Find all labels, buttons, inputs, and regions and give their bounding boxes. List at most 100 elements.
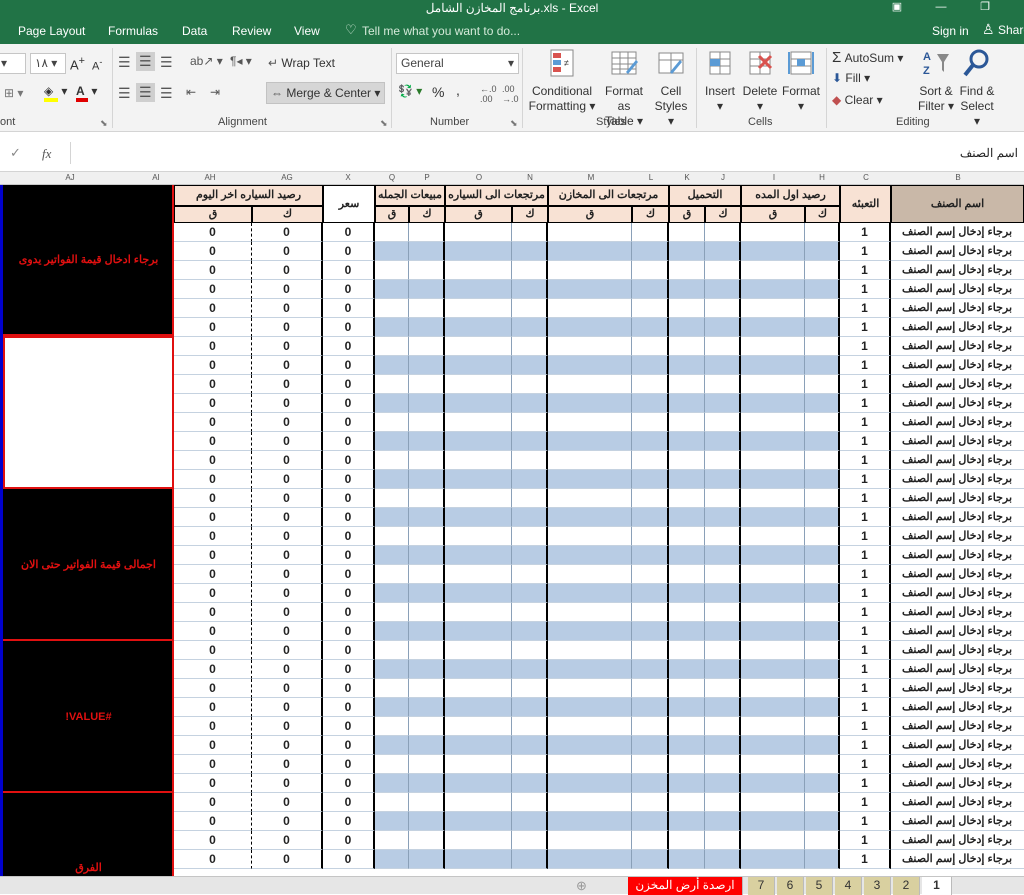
table-cell[interactable]: 0 — [323, 774, 375, 793]
table-cell[interactable] — [669, 584, 705, 603]
table-cell[interactable]: 0 — [252, 717, 323, 736]
table-cell[interactable] — [705, 318, 741, 337]
packing-cell[interactable]: 1 — [840, 831, 891, 850]
table-cell[interactable] — [548, 527, 632, 546]
table-cell[interactable]: 0 — [252, 470, 323, 489]
table-cell[interactable] — [409, 717, 445, 736]
table-cell[interactable] — [705, 451, 741, 470]
packing-cell[interactable]: 1 — [840, 375, 891, 394]
table-cell[interactable] — [375, 812, 409, 831]
table-cell[interactable] — [445, 432, 512, 451]
table-cell[interactable] — [445, 546, 512, 565]
table-cell[interactable] — [669, 736, 705, 755]
item-name-cell[interactable]: برجاء إدخال إسم الصنف — [891, 470, 1024, 489]
table-cell[interactable] — [669, 793, 705, 812]
table-cell[interactable]: 0 — [323, 489, 375, 508]
table-cell[interactable] — [445, 698, 512, 717]
table-cell[interactable]: 0 — [174, 356, 252, 375]
font-launcher-icon[interactable]: ⬊ — [100, 118, 108, 129]
table-cell[interactable]: 0 — [252, 698, 323, 717]
table-cell[interactable] — [512, 413, 548, 432]
table-cell[interactable] — [445, 622, 512, 641]
table-cell[interactable] — [741, 698, 805, 717]
table-cell[interactable] — [705, 565, 741, 584]
table-cell[interactable]: 0 — [174, 679, 252, 698]
packing-cell[interactable]: 1 — [840, 356, 891, 375]
packing-cell[interactable]: 1 — [840, 242, 891, 261]
table-cell[interactable] — [705, 223, 741, 242]
table-cell[interactable] — [741, 793, 805, 812]
table-cell[interactable] — [632, 451, 669, 470]
table-cell[interactable] — [512, 641, 548, 660]
table-cell[interactable] — [409, 489, 445, 508]
table-cell[interactable] — [632, 812, 669, 831]
table-cell[interactable] — [741, 755, 805, 774]
item-name-cell[interactable]: برجاء إدخال إسم الصنف — [891, 223, 1024, 242]
table-cell[interactable] — [669, 261, 705, 280]
column-header[interactable]: O — [469, 173, 489, 182]
table-cell[interactable] — [632, 508, 669, 527]
table-cell[interactable] — [409, 432, 445, 451]
table-cell[interactable] — [375, 413, 409, 432]
table-cell[interactable] — [669, 489, 705, 508]
sheet-tab-5[interactable]: 5 — [806, 877, 833, 895]
table-cell[interactable] — [669, 546, 705, 565]
table-cell[interactable] — [669, 299, 705, 318]
orientation-icon[interactable]: ab↗ ▾ — [190, 54, 223, 68]
table-cell[interactable]: 0 — [252, 394, 323, 413]
align-right-icon[interactable]: ☰ — [160, 85, 173, 102]
font-color-icon[interactable]: A ▾ — [76, 84, 97, 102]
table-cell[interactable] — [445, 470, 512, 489]
tab-review[interactable]: Review — [232, 24, 271, 38]
increase-decimal-icon[interactable]: ←.0.00 — [480, 84, 497, 104]
table-cell[interactable]: 0 — [252, 413, 323, 432]
table-cell[interactable] — [409, 660, 445, 679]
table-cell[interactable] — [632, 679, 669, 698]
table-cell[interactable] — [512, 508, 548, 527]
table-cell[interactable]: 0 — [323, 375, 375, 394]
table-cell[interactable] — [741, 527, 805, 546]
item-name-cell[interactable]: برجاء إدخال إسم الصنف — [891, 242, 1024, 261]
table-cell[interactable] — [632, 774, 669, 793]
table-cell[interactable] — [805, 698, 840, 717]
table-cell[interactable] — [512, 242, 548, 261]
table-cell[interactable] — [669, 831, 705, 850]
table-cell[interactable] — [705, 850, 741, 869]
table-cell[interactable] — [705, 755, 741, 774]
table-cell[interactable] — [548, 603, 632, 622]
table-cell[interactable] — [669, 755, 705, 774]
table-cell[interactable] — [741, 489, 805, 508]
table-cell[interactable]: 0 — [174, 470, 252, 489]
column-header[interactable]: L — [641, 173, 661, 182]
table-cell[interactable] — [445, 451, 512, 470]
item-name-cell[interactable]: برجاء إدخال إسم الصنف — [891, 356, 1024, 375]
table-cell[interactable]: 0 — [323, 432, 375, 451]
table-cell[interactable] — [512, 622, 548, 641]
table-cell[interactable] — [805, 660, 840, 679]
table-cell[interactable] — [705, 299, 741, 318]
table-cell[interactable] — [741, 375, 805, 394]
table-cell[interactable] — [705, 546, 741, 565]
table-cell[interactable] — [375, 451, 409, 470]
number-format-combo[interactable]: General ▾ — [396, 53, 519, 74]
table-cell[interactable] — [669, 432, 705, 451]
rtl-icon[interactable]: ¶◂ ▾ — [230, 54, 252, 68]
table-cell[interactable] — [375, 356, 409, 375]
grow-font-icon[interactable]: A+ — [70, 55, 85, 72]
table-cell[interactable] — [705, 394, 741, 413]
table-cell[interactable] — [741, 261, 805, 280]
item-name-cell[interactable]: برجاء إدخال إسم الصنف — [891, 698, 1024, 717]
table-cell[interactable] — [669, 223, 705, 242]
table-cell[interactable]: 0 — [252, 641, 323, 660]
table-cell[interactable]: 0 — [323, 698, 375, 717]
table-cell[interactable] — [741, 394, 805, 413]
table-cell[interactable] — [669, 774, 705, 793]
table-cell[interactable] — [375, 622, 409, 641]
table-cell[interactable] — [805, 831, 840, 850]
table-cell[interactable] — [632, 603, 669, 622]
column-header[interactable]: Q — [382, 173, 402, 182]
table-cell[interactable]: 0 — [174, 603, 252, 622]
table-cell[interactable] — [375, 242, 409, 261]
table-cell[interactable]: 0 — [323, 546, 375, 565]
table-cell[interactable]: 0 — [323, 660, 375, 679]
